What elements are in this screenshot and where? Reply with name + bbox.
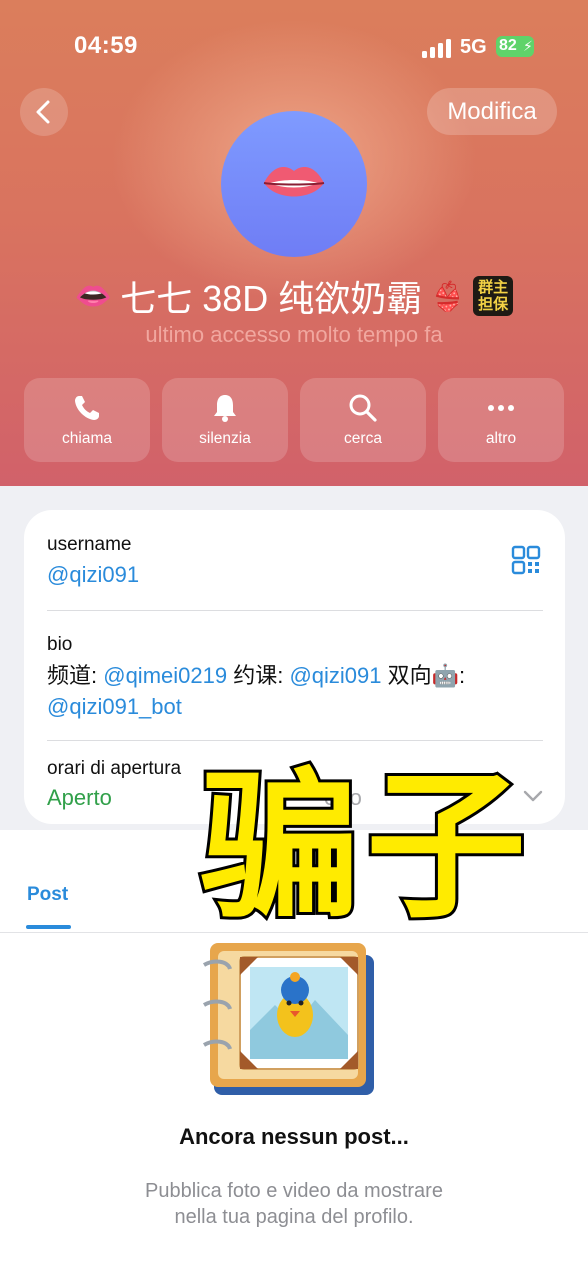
bio-link-channel[interactable]: @qimei0219	[103, 663, 227, 688]
lips-emoji: 👄	[74, 279, 113, 313]
badge-line-2: 担保	[478, 296, 509, 313]
profile-header: 04:59 5G 82 ⚡ Modifica 👄 七七 38D 纯欲奶霸 👙 群	[0, 0, 588, 488]
photo-album-icon	[202, 943, 374, 1095]
bio-link-bot[interactable]: @qizi091_bot	[47, 694, 182, 719]
phone-icon	[75, 396, 99, 420]
group-owner-badge: 群主 担保	[473, 276, 514, 316]
username-value[interactable]: @qizi091	[47, 562, 139, 588]
search-icon	[349, 394, 377, 422]
tab-active-indicator	[26, 925, 71, 929]
empty-state-subtitle-line: Pubblica foto e video da mostrare	[145, 1180, 443, 1202]
opening-hours-status[interactable]: Aperto	[47, 785, 112, 811]
bio-part: 频道:	[47, 663, 104, 688]
status-time: 04:59	[74, 32, 138, 59]
qr-code-icon[interactable]	[511, 545, 541, 575]
empty-state-title: Ancora nessun post...	[179, 1124, 409, 1149]
scammer-overlay-text: 骗子	[197, 750, 533, 943]
call-button[interactable]: chiama	[24, 378, 150, 462]
bio-text: 频道: @qimei0219 约课: @qizi091 双向🤖: @qizi09…	[47, 660, 537, 722]
bikini-emoji: 👙	[430, 280, 466, 312]
bio-link-booking[interactable]: @qizi091	[289, 663, 381, 688]
avatar[interactable]	[221, 111, 367, 257]
search-button[interactable]: cerca	[300, 378, 426, 462]
bio-part: 约课:	[227, 663, 290, 688]
profile-name-text: 七七 38D 纯欲奶霸	[120, 278, 423, 319]
empty-state-subtitle-line: nella tua pagina del profilo.	[174, 1206, 414, 1228]
more-button[interactable]: altro	[438, 378, 564, 462]
more-label: altro	[485, 430, 517, 447]
bio-part: :	[459, 663, 466, 688]
mute-label: silenzia	[199, 430, 251, 447]
battery-icon: 82 ⚡	[496, 36, 534, 57]
badge-line-1: 群主	[478, 279, 509, 296]
username-label: username	[47, 534, 132, 555]
call-label: chiama	[62, 430, 112, 447]
profile-name: 👄 七七 38D 纯欲奶霸 👙 群主 担保	[0, 270, 588, 322]
edit-button[interactable]: Modifica	[427, 88, 557, 135]
divider	[47, 740, 543, 741]
opening-hours-label: orari di apertura	[47, 758, 182, 779]
empty-state-subtitle: Pubblica foto e video da mostrare nella …	[94, 1178, 494, 1230]
charging-icon: ⚡	[523, 38, 533, 54]
last-seen-status: ultimo accesso molto tempo fa	[145, 322, 443, 347]
network-type: 5G	[460, 36, 487, 58]
search-label: cerca	[344, 430, 382, 447]
status-bar: 04:59 5G 82 ⚡	[0, 0, 588, 90]
chevron-left-icon	[36, 100, 50, 124]
signal-icon	[422, 38, 452, 58]
robot-emoji: 🤖	[431, 663, 460, 688]
battery-level: 82	[499, 37, 517, 54]
mute-button[interactable]: silenzia	[162, 378, 288, 462]
bio-part: 双向	[381, 663, 432, 688]
bell-icon	[214, 395, 236, 422]
action-bar: chiama silenzia cerca altro	[24, 378, 565, 462]
bio-label: bio	[47, 634, 73, 655]
back-button[interactable]	[20, 88, 68, 136]
divider	[47, 610, 543, 611]
tab-post[interactable]: Post	[27, 884, 68, 906]
more-icon	[488, 405, 514, 411]
lips-icon	[263, 167, 325, 197]
